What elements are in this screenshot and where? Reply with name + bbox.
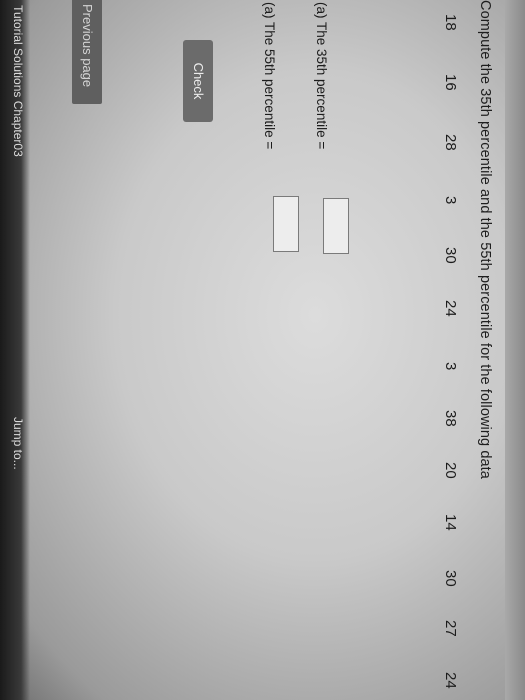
data-value: 38	[442, 410, 459, 427]
answer-a-label: (a) The 35th percentile =	[314, 2, 329, 150]
data-value: 30	[442, 247, 459, 264]
data-value: 14	[442, 514, 459, 531]
data-value: 28	[442, 134, 459, 151]
previous-page-button[interactable]: Previous page	[72, 0, 102, 104]
data-value: 16	[442, 74, 459, 91]
data-value: 24	[442, 672, 459, 689]
quiz-page: Compute the 35th percentile and the 55th…	[0, 0, 525, 700]
question-prompt: Compute the 35th percentile and the 55th…	[477, 0, 493, 479]
data-value: 18	[442, 14, 459, 31]
data-value: 30	[442, 570, 459, 587]
data-value: 20	[442, 462, 459, 479]
jump-to-select[interactable]: Jump to...	[11, 417, 25, 470]
data-value: 24	[442, 300, 459, 317]
percentile-55-input[interactable]	[273, 196, 299, 252]
data-value: 3	[442, 362, 459, 371]
data-value: 3	[442, 196, 459, 205]
answer-b-label: (a) The 55th percentile =	[262, 2, 277, 150]
percentile-35-input[interactable]	[323, 198, 349, 254]
check-button[interactable]: Check	[183, 40, 213, 122]
tutorial-solutions-link[interactable]: ← Tutorial Solutions Chapter03	[11, 0, 25, 157]
data-value: 27	[442, 620, 459, 637]
